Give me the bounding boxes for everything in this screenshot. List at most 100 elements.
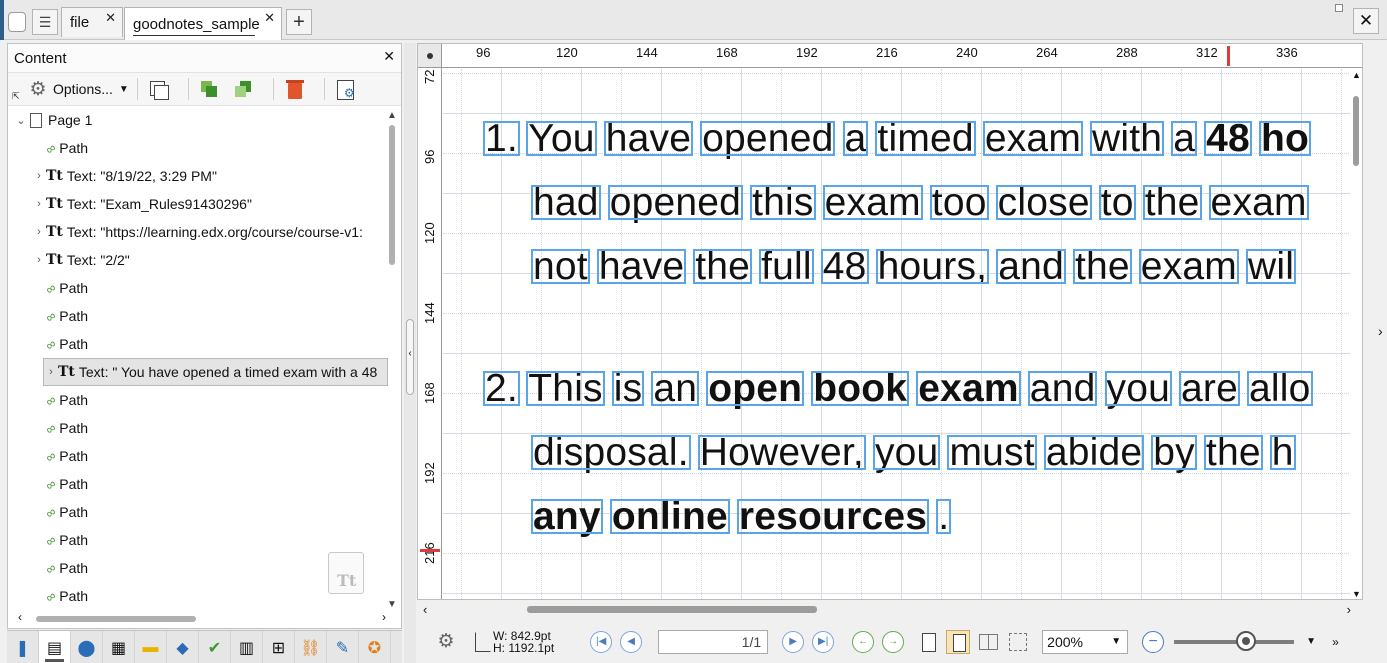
tree-item-path[interactable]: ∞ Path bbox=[8, 498, 388, 526]
tab-list-button[interactable]: ☰ bbox=[32, 9, 58, 35]
word-bounding-box[interactable] bbox=[1072, 249, 1132, 284]
word-bounding-box[interactable] bbox=[872, 435, 941, 470]
scroll-right-icon[interactable]: › bbox=[382, 610, 386, 624]
facing-view-button[interactable] bbox=[976, 630, 1000, 654]
scroll-up-icon[interactable]: ▲ bbox=[387, 110, 397, 121]
gear-icon[interactable]: ⚙ bbox=[26, 78, 50, 100]
document-tab[interactable]: ▥ bbox=[231, 631, 263, 663]
word-bounding-box[interactable] bbox=[526, 371, 605, 406]
first-page-button[interactable]: |◀ bbox=[590, 630, 613, 653]
word-bounding-box[interactable] bbox=[483, 371, 520, 406]
word-bounding-box[interactable] bbox=[982, 121, 1084, 156]
structure-tab[interactable]: ⊞ bbox=[263, 631, 295, 663]
panel-close-icon[interactable]: ✕ bbox=[383, 48, 395, 65]
zoom-options-icon[interactable]: ▼ bbox=[1306, 636, 1316, 647]
tree-item-path[interactable]: ∞ Path bbox=[8, 330, 388, 358]
next-page-button[interactable]: ▶ bbox=[782, 630, 805, 653]
options-menu-button[interactable]: Options... bbox=[53, 81, 113, 97]
word-bounding-box[interactable] bbox=[611, 371, 645, 406]
properties-icon[interactable] bbox=[333, 77, 357, 101]
tree-item-text[interactable]: › Tt Text: "2/2" bbox=[8, 246, 388, 274]
word-bounding-box[interactable] bbox=[531, 185, 601, 220]
grid-view-button[interactable] bbox=[1006, 630, 1030, 654]
duplicate-icon[interactable] bbox=[146, 77, 170, 101]
chevron-right-icon[interactable]: › bbox=[32, 198, 46, 210]
settings-gear-icon[interactable]: ⚙ bbox=[431, 630, 461, 653]
scroll-thumb[interactable] bbox=[1353, 96, 1359, 166]
scroll-thumb[interactable] bbox=[389, 125, 395, 265]
word-bounding-box[interactable] bbox=[736, 499, 930, 534]
word-bounding-box[interactable] bbox=[693, 249, 753, 284]
chevron-down-icon[interactable]: ▼ bbox=[119, 84, 129, 95]
word-bounding-box[interactable] bbox=[929, 185, 989, 220]
links-tab[interactable]: ⛓ bbox=[295, 631, 327, 663]
tree-item-text[interactable]: › Tt Text: "https://learning.edx.org/cours… bbox=[8, 218, 388, 246]
chevron-down-icon[interactable]: ⌄ bbox=[14, 114, 28, 127]
tree-item-path[interactable]: ∞ Path bbox=[8, 414, 388, 442]
word-bounding-box[interactable] bbox=[651, 371, 700, 406]
zoom-select[interactable]: 200% ▼ bbox=[1042, 629, 1129, 654]
word-bounding-box[interactable] bbox=[1258, 121, 1312, 156]
word-bounding-box[interactable] bbox=[811, 371, 910, 406]
word-bounding-box[interactable] bbox=[1171, 121, 1198, 156]
layers-tab[interactable]: ◆ bbox=[167, 631, 199, 663]
thumbnails-tab[interactable]: ▦ bbox=[103, 631, 135, 663]
add-tab-button[interactable]: + bbox=[286, 9, 312, 35]
back-button[interactable]: ← bbox=[852, 630, 875, 653]
word-bounding-box[interactable] bbox=[1247, 371, 1313, 406]
word-bounding-box[interactable] bbox=[1269, 435, 1296, 470]
word-bounding-box[interactable] bbox=[531, 499, 603, 534]
single-page-view-button[interactable] bbox=[916, 630, 940, 654]
tab-active-close-icon[interactable]: ✕ bbox=[264, 10, 275, 26]
tree-item-text[interactable]: › Tt Text: "8/19/22, 3:29 PM" bbox=[8, 162, 388, 190]
scroll-down-icon[interactable]: ▼ bbox=[1352, 589, 1361, 599]
chevron-right-icon[interactable]: › bbox=[32, 226, 46, 238]
collapse-panel-button[interactable]: ‹ bbox=[406, 319, 414, 395]
page-canvas[interactable]: 1. You have opened a timed exam with a 4… bbox=[443, 69, 1353, 599]
word-bounding-box[interactable] bbox=[483, 121, 520, 156]
chevron-right-icon[interactable]: › bbox=[32, 254, 46, 266]
word-bounding-box[interactable] bbox=[996, 249, 1066, 284]
word-bounding-box[interactable] bbox=[1208, 185, 1309, 220]
word-bounding-box[interactable] bbox=[1142, 185, 1202, 220]
scroll-down-icon[interactable]: ▼ bbox=[387, 599, 397, 610]
last-page-button[interactable]: ▶| bbox=[812, 630, 835, 653]
word-bounding-box[interactable] bbox=[1104, 371, 1172, 406]
ruler-origin[interactable] bbox=[418, 44, 442, 68]
scroll-thumb[interactable] bbox=[527, 606, 817, 613]
tree-item-path[interactable]: ∞ Path bbox=[8, 526, 388, 554]
word-bounding-box[interactable] bbox=[603, 121, 694, 156]
tab-file[interactable]: file ✕ bbox=[61, 7, 123, 37]
word-bounding-box[interactable] bbox=[706, 371, 805, 406]
scroll-thumb[interactable] bbox=[36, 616, 196, 622]
chevron-right-icon[interactable]: › bbox=[32, 170, 46, 182]
previous-page-button[interactable]: ◀ bbox=[620, 630, 643, 653]
word-bounding-box[interactable] bbox=[875, 249, 990, 284]
restore-icon[interactable] bbox=[1335, 4, 1343, 12]
document-view[interactable]: 96 120 144 168 192 216 240 264 288 312 336 72 96 120… bbox=[417, 43, 1363, 600]
word-bounding-box[interactable] bbox=[759, 249, 814, 284]
word-bounding-box[interactable] bbox=[1204, 121, 1252, 156]
scroll-right-icon[interactable]: › bbox=[1347, 602, 1351, 617]
zoom-slider-knob[interactable] bbox=[1236, 630, 1257, 651]
word-bounding-box[interactable] bbox=[842, 121, 869, 156]
toolbar-expand-icon[interactable]: ⇱ bbox=[12, 91, 20, 102]
word-bounding-box[interactable] bbox=[596, 249, 687, 284]
word-bounding-box[interactable] bbox=[822, 185, 923, 220]
word-bounding-box[interactable] bbox=[531, 435, 691, 470]
tree-item-text[interactable]: › Tt Text: " You have opened a timed exam … bbox=[43, 358, 388, 386]
word-bounding-box[interactable] bbox=[820, 249, 869, 284]
panel-horizontal-scrollbar[interactable]: ‹ › bbox=[18, 610, 386, 624]
zoom-slider[interactable] bbox=[1174, 630, 1295, 651]
panel-splitter[interactable]: ‹ bbox=[404, 43, 416, 663]
tree-item-path[interactable]: ∞ Path bbox=[8, 274, 388, 302]
word-bounding-box[interactable] bbox=[947, 435, 1037, 470]
more-options-icon[interactable]: » bbox=[1332, 635, 1339, 649]
tree-item-path[interactable]: ∞ Path bbox=[8, 442, 388, 470]
forward-button[interactable]: → bbox=[882, 630, 905, 653]
page-number-input[interactable]: 1/1 bbox=[658, 629, 769, 654]
word-bounding-box[interactable] bbox=[916, 371, 1021, 406]
tree-item-path[interactable]: ∞ Path bbox=[8, 470, 388, 498]
panel-vertical-scrollbar[interactable]: ▲ ▼ bbox=[387, 110, 397, 610]
right-panel-collapse[interactable] bbox=[1378, 43, 1387, 629]
